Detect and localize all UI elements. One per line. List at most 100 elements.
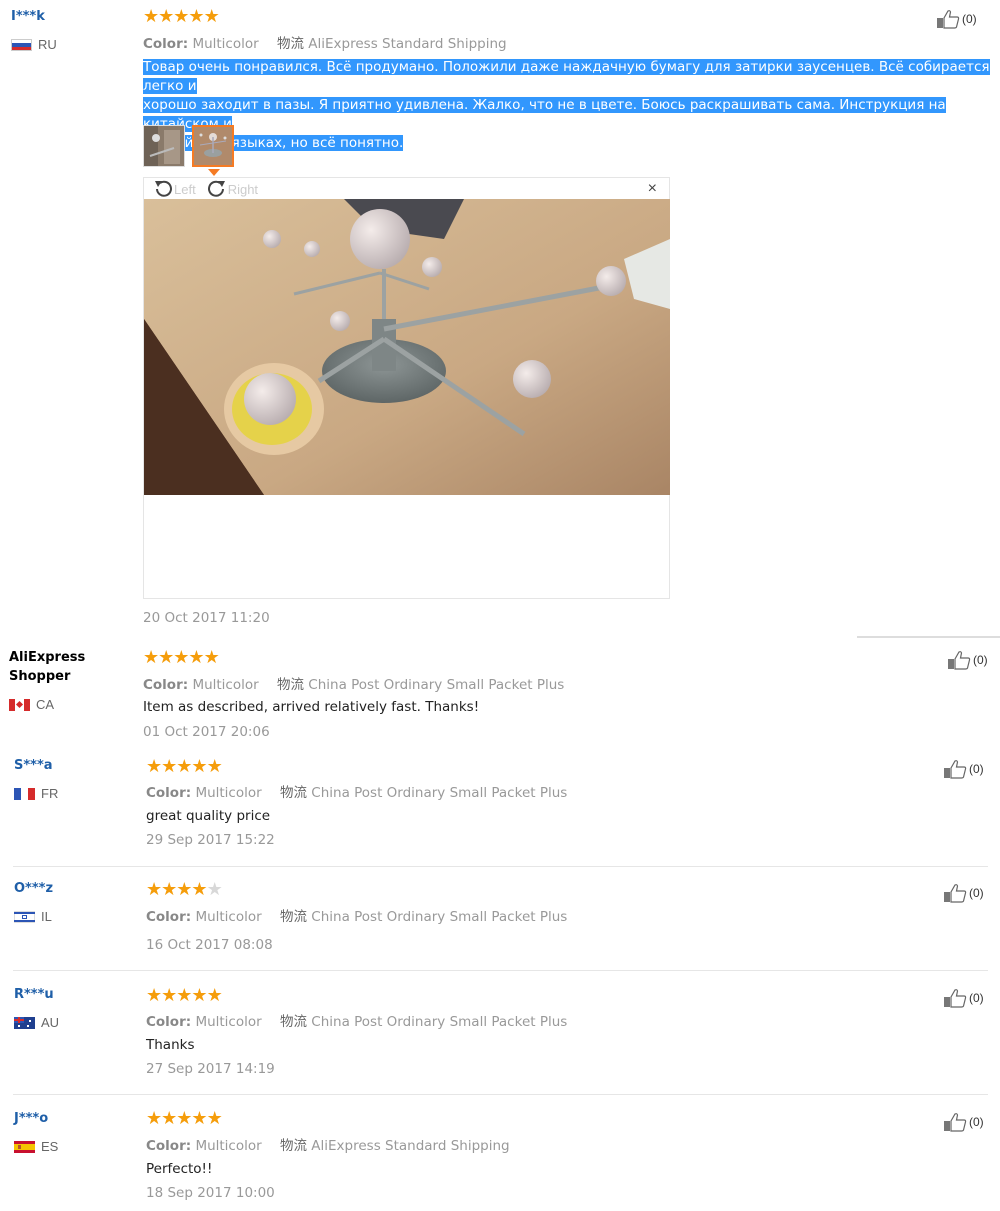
flag-ru-icon xyxy=(11,38,32,51)
star-filled-icon: ★ xyxy=(161,985,177,1006)
star-filled-icon: ★ xyxy=(158,6,174,27)
star-filled-icon: ★ xyxy=(146,985,162,1006)
star-filled-icon: ★ xyxy=(173,647,189,668)
star-filled-icon: ★ xyxy=(206,985,223,1006)
country-code: CA xyxy=(36,697,55,712)
close-icon[interactable]: × xyxy=(648,180,657,198)
divider xyxy=(13,1094,988,1095)
star-empty-icon: ★ xyxy=(206,879,223,900)
review-text: Thanks xyxy=(146,1037,195,1053)
review-date: 20 Oct 2017 11:20 xyxy=(143,610,270,626)
thumbs-up-icon xyxy=(944,884,967,903)
star-filled-icon: ★ xyxy=(158,647,174,668)
color-label: Color: xyxy=(146,1138,192,1154)
divider xyxy=(13,970,988,971)
review-photo xyxy=(144,199,670,495)
reviewer-name[interactable]: R***u xyxy=(14,987,54,1002)
rotate-right-label: Right xyxy=(227,181,259,197)
color-value: Multicolor xyxy=(192,677,259,693)
review-text[interactable]: Товар очень понравился. Всё продумано. П… xyxy=(143,58,1000,153)
star-rating: ★ ★ ★ ★ ★ xyxy=(143,6,220,27)
reviewer-name-line: AliExpress xyxy=(9,650,86,665)
review-photo-thumb-1[interactable] xyxy=(143,125,185,167)
star-filled-icon: ★ xyxy=(188,6,204,27)
shipping-label: 物流 xyxy=(279,1014,307,1030)
review-text: Perfecto!! xyxy=(146,1161,213,1177)
reviewer-name[interactable]: J***o xyxy=(14,1111,48,1126)
star-rating: ★ ★ ★ ★ ★ xyxy=(146,1108,223,1129)
helpful-count: (0) xyxy=(969,886,984,900)
helpful-button[interactable]: (0) xyxy=(947,650,988,670)
star-filled-icon: ★ xyxy=(191,1108,207,1129)
shipping-method: AliExpress Standard Shipping xyxy=(308,36,507,52)
review-meta: Color: Multicolor 物流 China Post Ordinary… xyxy=(146,905,567,925)
country-code: RU xyxy=(38,37,57,52)
flag-il-icon xyxy=(14,910,35,923)
star-filled-icon: ★ xyxy=(176,756,192,777)
star-filled-icon: ★ xyxy=(146,879,162,900)
star-filled-icon: ★ xyxy=(206,756,223,777)
color-value: Multicolor xyxy=(195,785,262,801)
flag-ca-icon xyxy=(9,698,30,711)
thumbs-up-icon xyxy=(944,1113,967,1132)
star-rating: ★ ★ ★ ★ ★ xyxy=(146,879,223,900)
reviewer-name[interactable]: S***a xyxy=(14,758,53,773)
review-photo-thumb-2[interactable] xyxy=(192,125,234,167)
star-filled-icon: ★ xyxy=(191,985,207,1006)
rotate-right-button[interactable]: Right xyxy=(206,179,258,199)
flag-fr-icon xyxy=(14,787,35,800)
thumbs-up-icon xyxy=(937,10,960,29)
helpful-button[interactable]: (0) xyxy=(943,759,984,779)
country-code: AU xyxy=(41,1015,60,1030)
review-meta: Color: Multicolor 物流 China Post Ordinary… xyxy=(146,781,567,801)
helpful-count: (0) xyxy=(973,653,988,667)
review-date: 18 Sep 2017 10:00 xyxy=(146,1185,275,1201)
thumbs-up-icon xyxy=(944,760,967,779)
star-rating: ★ ★ ★ ★ ★ xyxy=(146,985,223,1006)
reviewer-country: ES xyxy=(14,1139,58,1154)
helpful-count: (0) xyxy=(962,12,977,26)
star-filled-icon: ★ xyxy=(176,879,192,900)
shipping-method: China Post Ordinary Small Packet Plus xyxy=(311,909,568,925)
reviewer-country: RU xyxy=(11,37,57,52)
helpful-button[interactable]: (0) xyxy=(936,9,977,29)
review-meta: Color: Multicolor 物流 China Post Ordinary… xyxy=(143,673,564,693)
rotate-right-icon xyxy=(207,180,225,197)
shipping-label: 物流 xyxy=(279,909,307,925)
helpful-button[interactable]: (0) xyxy=(943,988,984,1008)
reviewer-name: AliExpress Shopper xyxy=(9,648,85,686)
rotate-left-label: Left xyxy=(174,181,196,197)
color-label: Color: xyxy=(143,36,189,52)
color-label: Color: xyxy=(146,785,192,801)
country-code: IL xyxy=(41,909,52,924)
flag-au-icon xyxy=(14,1016,35,1029)
helpful-button[interactable]: (0) xyxy=(943,883,984,903)
reviewer-country: IL xyxy=(14,909,52,924)
color-value: Multicolor xyxy=(195,1138,262,1154)
color-label: Color: xyxy=(146,1014,192,1030)
reviewer-name[interactable]: O***z xyxy=(14,881,53,896)
shipping-label: 物流 xyxy=(279,785,307,801)
divider xyxy=(13,866,988,867)
divider xyxy=(857,636,1000,638)
helpful-button[interactable]: (0) xyxy=(943,1112,984,1132)
star-filled-icon: ★ xyxy=(146,1108,162,1129)
reviewer-name[interactable]: I***k xyxy=(11,9,45,24)
star-filled-icon: ★ xyxy=(191,756,207,777)
review-text-line: хорошо заходит в пазы. Я приятно удивлен… xyxy=(143,97,946,132)
star-rating: ★ ★ ★ ★ ★ xyxy=(146,756,223,777)
color-value: Multicolor xyxy=(195,909,262,925)
review-meta: Color: Multicolor 物流 China Post Ordinary… xyxy=(146,1010,567,1030)
color-value: Multicolor xyxy=(192,36,259,52)
star-filled-icon: ★ xyxy=(203,647,220,668)
star-filled-icon: ★ xyxy=(161,756,177,777)
shipping-label: 物流 xyxy=(276,677,304,693)
shipping-method: China Post Ordinary Small Packet Plus xyxy=(311,1014,568,1030)
rotate-left-button[interactable]: Left xyxy=(152,179,196,199)
reviewer-country: FR xyxy=(14,786,58,801)
helpful-count: (0) xyxy=(969,991,984,1005)
viewer-toolbar: Left Right xyxy=(152,178,268,200)
star-rating: ★ ★ ★ ★ ★ xyxy=(143,647,220,668)
review-meta: Color: Multicolor 物流 AliExpress Standard… xyxy=(146,1134,510,1154)
star-filled-icon: ★ xyxy=(143,647,159,668)
